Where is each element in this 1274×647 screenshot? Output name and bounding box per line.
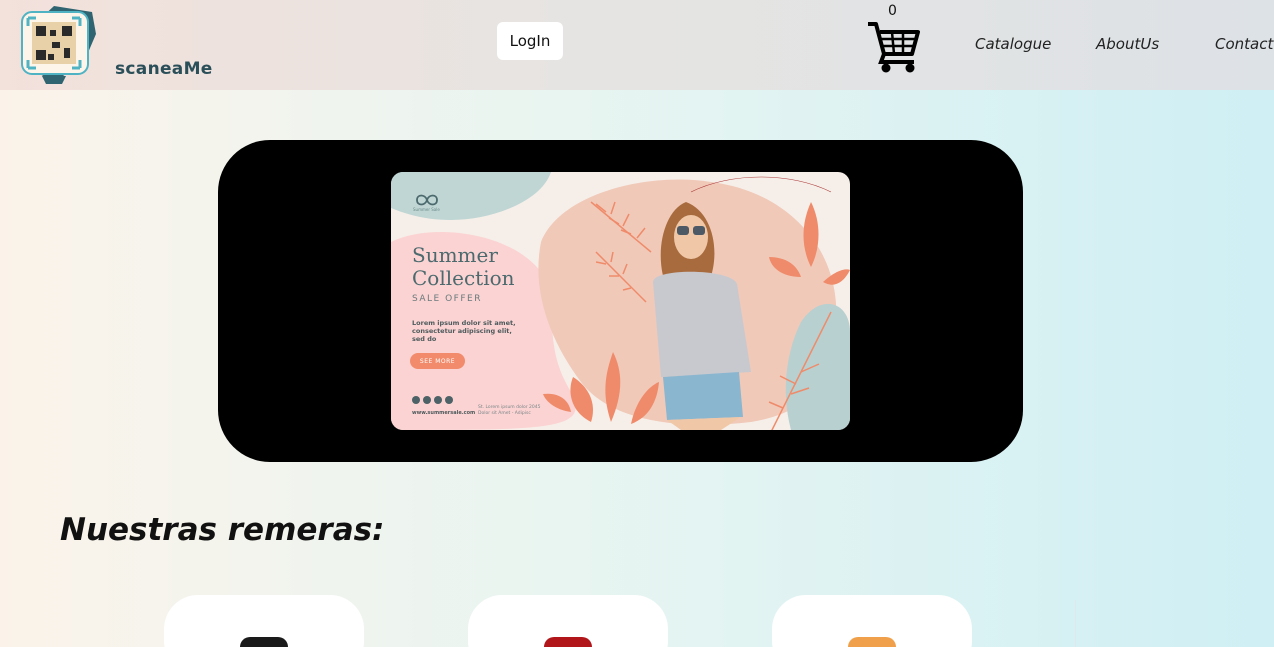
banner-title-line2: Collection: [412, 266, 515, 290]
product-card[interactable]: [468, 595, 668, 647]
twitter-icon[interactable]: [434, 396, 442, 404]
nav-link-aboutus[interactable]: AboutUs: [1096, 35, 1159, 53]
logo[interactable]: scaneaMe: [14, 4, 212, 86]
banner-body: Lorem ipsum dolor sit amet, consectetur …: [412, 319, 516, 343]
product-card[interactable]: [164, 595, 364, 647]
banner-title: Summer Collection: [412, 244, 515, 290]
instagram-icon[interactable]: [412, 396, 420, 404]
youtube-icon[interactable]: [445, 396, 453, 404]
shopping-cart-icon[interactable]: [866, 20, 922, 74]
social-icons: [412, 396, 453, 404]
nav-link-catalogue[interactable]: Catalogue: [975, 35, 1051, 53]
nav-link-contact[interactable]: Contact: [1215, 35, 1273, 53]
qr-logo-icon: [21, 6, 96, 84]
banner-brand: Summer Sale: [413, 207, 440, 212]
banner-address: St. Lorem ipsum dolor 2045 Dolor sit Ame…: [478, 405, 541, 416]
banner-website: www.summersale.com: [412, 410, 476, 416]
banner-title-line1: Summer: [412, 243, 498, 267]
see-more-button[interactable]: SEE MORE: [410, 353, 465, 369]
tshirt-image: [240, 637, 288, 647]
login-button[interactable]: LogIn: [497, 22, 563, 60]
cart-count-badge: 0: [888, 3, 897, 19]
product-card[interactable]: [772, 595, 972, 647]
site-header: scaneaMe LogIn 0 Catalogue AboutUs Conta…: [0, 0, 1274, 90]
tshirt-image: [848, 637, 896, 647]
summer-collection-banner[interactable]: Summer Sale Summer Collection SALE OFFER…: [391, 172, 850, 430]
section-title: Nuestras remeras:: [60, 512, 385, 548]
banner-subtitle: SALE OFFER: [412, 294, 482, 304]
tshirt-image: [544, 637, 592, 647]
brand-name: scaneaMe: [115, 59, 213, 79]
facebook-icon[interactable]: [423, 396, 431, 404]
divider: [1075, 600, 1076, 647]
